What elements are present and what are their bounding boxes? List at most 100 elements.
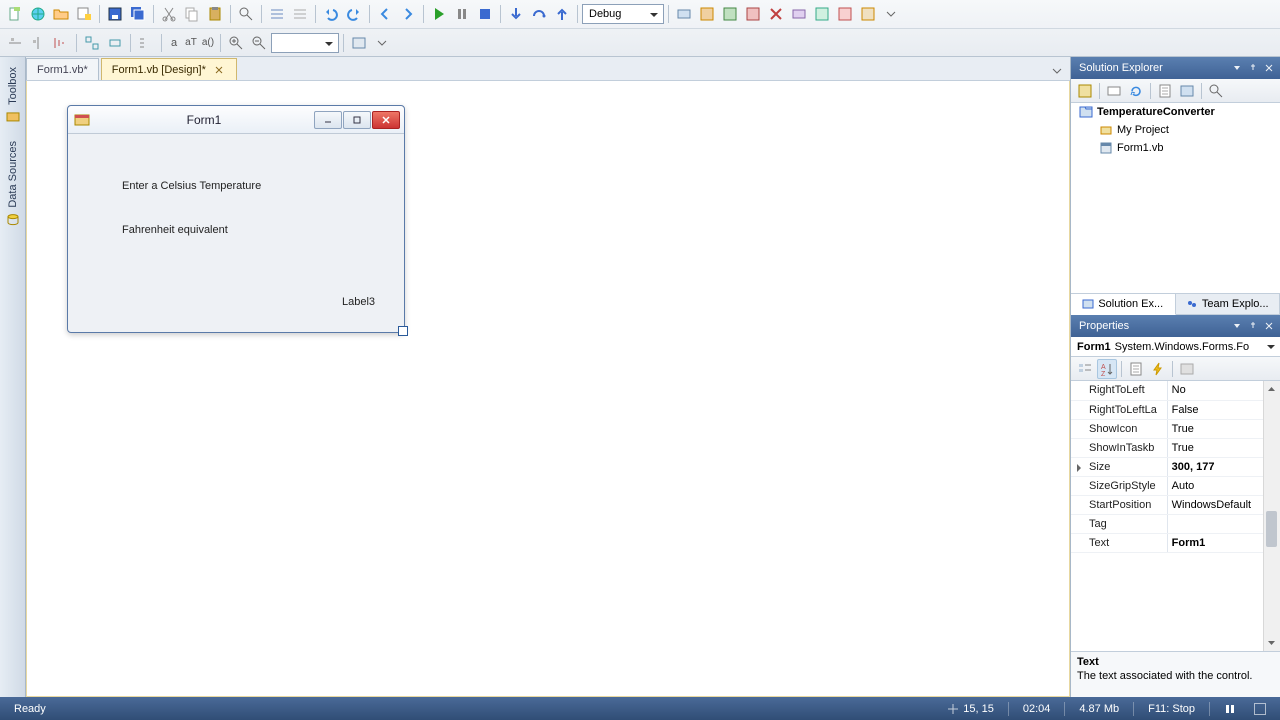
tab-team-explorer[interactable]: Team Explo... <box>1176 294 1280 314</box>
font-small-icon[interactable]: a <box>166 33 182 53</box>
se-viewdesigner-icon[interactable] <box>1177 81 1197 101</box>
prop-name[interactable]: RightToLeftLa <box>1071 400 1167 419</box>
design-surface[interactable]: Form1 Enter a Celsius Temperature Fahren… <box>26 81 1070 697</box>
uncomment-icon[interactable] <box>289 3 311 25</box>
pause-icon[interactable] <box>451 3 473 25</box>
status-stop-icon[interactable] <box>1254 703 1266 715</box>
nav-back-icon[interactable] <box>374 3 396 25</box>
prop-pages-icon[interactable] <box>1177 359 1197 379</box>
ext-icon-9[interactable] <box>857 3 879 25</box>
ext-icon-3[interactable] <box>719 3 741 25</box>
close-tab-icon[interactable] <box>212 63 226 77</box>
paste-icon[interactable] <box>204 3 226 25</box>
datasources-tab[interactable]: Data Sources <box>5 137 21 232</box>
prop-props-icon[interactable] <box>1126 359 1146 379</box>
tree-form1vb[interactable]: Form1.vb <box>1071 139 1280 157</box>
maximize-button[interactable] <box>343 111 371 129</box>
prop-alphabetical-icon[interactable]: AZ <box>1097 359 1117 379</box>
minimize-button[interactable] <box>314 111 342 129</box>
label-label3[interactable]: Label3 <box>342 296 375 308</box>
ext-icon-2[interactable] <box>696 3 718 25</box>
tab-order-icon[interactable] <box>348 32 370 54</box>
prop-name[interactable]: Text <box>1071 533 1167 552</box>
comment-icon[interactable] <box>266 3 288 25</box>
prop-desc-body: The text associated with the control. <box>1077 670 1252 682</box>
tab-solution-explorer[interactable]: Solution Ex... <box>1071 294 1176 315</box>
open-folder-icon[interactable] <box>50 3 72 25</box>
toolbox-tab[interactable]: Toolbox <box>5 63 21 129</box>
align-icon-1[interactable] <box>4 32 26 54</box>
close-button[interactable] <box>372 111 400 129</box>
se-showall-icon[interactable] <box>1104 81 1124 101</box>
prop-name[interactable]: SizeGripStyle <box>1071 476 1167 495</box>
close-panel-icon[interactable] <box>1262 61 1276 75</box>
properties-object-select[interactable]: Form1 System.Windows.Forms.Fo <box>1071 337 1280 357</box>
se-properties-icon[interactable] <box>1075 81 1095 101</box>
prop-name[interactable]: RightToLeft <box>1071 381 1167 400</box>
zoom-out-icon[interactable] <box>248 32 270 54</box>
browser-icon[interactable] <box>27 3 49 25</box>
ext-icon-4[interactable] <box>742 3 764 25</box>
prop-name[interactable]: ShowIcon <box>1071 419 1167 438</box>
layout-icon-3[interactable] <box>135 32 157 54</box>
scroll-up-icon[interactable] <box>1263 381 1280 398</box>
scroll-thumb[interactable] <box>1266 511 1277 547</box>
se-refresh-icon[interactable] <box>1126 81 1146 101</box>
tree-project[interactable]: TemperatureConverter <box>1071 103 1280 121</box>
se-view-icon[interactable] <box>1206 81 1226 101</box>
pin-icon[interactable] <box>1246 319 1260 333</box>
redo-icon[interactable] <box>343 3 365 25</box>
prop-name[interactable]: ShowInTaskb <box>1071 438 1167 457</box>
ext-icon-6[interactable] <box>788 3 810 25</box>
undo-icon[interactable] <box>320 3 342 25</box>
winform-form1[interactable]: Form1 Enter a Celsius Temperature Fahren… <box>67 105 405 333</box>
pin-icon[interactable] <box>1246 61 1260 75</box>
align-icon-3[interactable] <box>50 32 72 54</box>
panel-menu-icon[interactable] <box>1230 319 1244 333</box>
start-debug-icon[interactable] <box>428 3 450 25</box>
add-item-icon[interactable] <box>73 3 95 25</box>
layout-icon-1[interactable] <box>81 32 103 54</box>
close-panel-icon[interactable] <box>1262 319 1276 333</box>
nav-forward-icon[interactable] <box>397 3 419 25</box>
se-viewcode-icon[interactable] <box>1155 81 1175 101</box>
panel-menu-icon[interactable] <box>1230 61 1244 75</box>
ext-icon-1[interactable] <box>673 3 695 25</box>
align-icon-2[interactable] <box>27 32 49 54</box>
font-case-icon[interactable]: a() <box>200 33 216 53</box>
save-all-icon[interactable] <box>127 3 149 25</box>
new-file-icon[interactable] <box>4 3 26 25</box>
cut-icon[interactable] <box>158 3 180 25</box>
tab-form1-code[interactable]: Form1.vb* <box>26 58 99 80</box>
font-medium-icon[interactable]: aT <box>183 33 199 53</box>
find-icon[interactable] <box>235 3 257 25</box>
prop-events-icon[interactable] <box>1148 359 1168 379</box>
toolbar2-overflow-icon[interactable] <box>371 32 393 54</box>
step-over-icon[interactable] <box>528 3 550 25</box>
prop-name[interactable]: StartPosition <box>1071 495 1167 514</box>
copy-icon[interactable] <box>181 3 203 25</box>
prop-categorized-icon[interactable] <box>1075 359 1095 379</box>
step-out-icon[interactable] <box>551 3 573 25</box>
save-icon[interactable] <box>104 3 126 25</box>
tree-myproject[interactable]: My Project <box>1071 121 1280 139</box>
ext-icon-8[interactable] <box>834 3 856 25</box>
prop-name[interactable]: Tag <box>1071 514 1167 533</box>
label-celsius[interactable]: Enter a Celsius Temperature <box>122 180 261 192</box>
zoom-dropdown[interactable] <box>271 33 339 53</box>
tabs-overflow-icon[interactable] <box>1048 62 1066 80</box>
stop-icon[interactable] <box>474 3 496 25</box>
label-fahrenheit[interactable]: Fahrenheit equivalent <box>122 224 228 236</box>
toolbar-overflow-icon[interactable] <box>880 3 902 25</box>
properties-grid[interactable]: RightToLeftNoRightToLeftLaFalseShowIconT… <box>1071 381 1280 553</box>
scroll-down-icon[interactable] <box>1263 634 1280 651</box>
ext-icon-7[interactable] <box>811 3 833 25</box>
zoom-in-icon[interactable] <box>225 32 247 54</box>
status-pause-icon[interactable] <box>1220 703 1240 715</box>
tab-form1-design[interactable]: Form1.vb [Design]* <box>101 58 237 80</box>
layout-icon-2[interactable] <box>104 32 126 54</box>
ext-icon-5[interactable] <box>765 3 787 25</box>
config-dropdown[interactable]: Debug <box>582 4 664 24</box>
step-into-icon[interactable] <box>505 3 527 25</box>
prop-name[interactable]: Size <box>1071 457 1167 476</box>
